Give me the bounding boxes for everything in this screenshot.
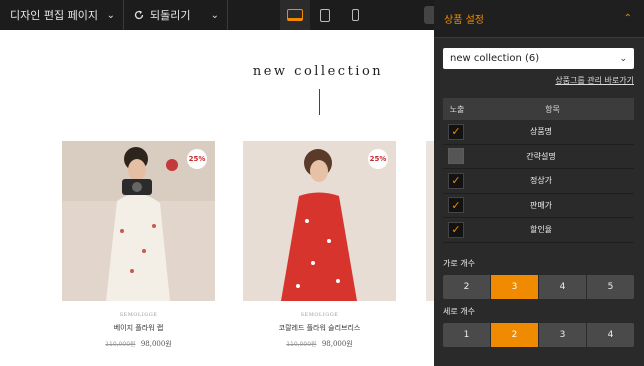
tablet-icon <box>320 8 330 22</box>
visibility-checkbox[interactable]: ✓ <box>448 197 464 214</box>
columns-count-option[interactable]: 4 <box>539 275 587 299</box>
item-label: 정상가 <box>529 176 553 186</box>
table-row: ✓ 할인율 <box>443 218 634 243</box>
chevron-down-icon: ⌄ <box>210 9 219 21</box>
sale-price: 98,000원 <box>140 340 172 348</box>
panel-title: 상품 설정 <box>444 15 484 26</box>
toolbar-extra-button[interactable] <box>424 6 434 24</box>
product-prices: 110,000원 98,000원 <box>243 339 396 349</box>
visibility-checkbox[interactable]: ✓ <box>448 221 464 238</box>
item-label: 판매가 <box>529 200 553 210</box>
table-row: ✓ 판매가 <box>443 194 634 218</box>
original-price: 110,000원 <box>105 341 136 348</box>
checkmark-icon: ✓ <box>451 174 461 188</box>
mobile-icon <box>351 9 359 21</box>
table-header: 노출 항목 <box>443 98 634 120</box>
discount-badge: 25% <box>368 149 388 169</box>
visibility-checkbox[interactable] <box>448 148 464 165</box>
rows-count-option[interactable]: 2 <box>491 323 539 347</box>
undo-icon <box>134 10 144 20</box>
product-card[interactable]: 25% SEMOLIGGE 코랄레드 플라워 슬리브리스 110,000원 98… <box>243 141 396 349</box>
product-settings-panel: 상품 설정 ⌃ new collection (6) ⌄ 상품그룹 관리 바로가… <box>434 0 644 366</box>
product-name[interactable]: 베이지 플라워 랩 <box>62 323 215 333</box>
columns-count-selector: 2345 <box>443 275 634 299</box>
mobile-view-button[interactable] <box>340 0 370 30</box>
columns-count-option[interactable]: 5 <box>587 275 634 299</box>
header-item: 항목 <box>545 104 560 114</box>
manage-group-link[interactable]: 상품그룹 관리 바로가기 <box>555 75 634 86</box>
product-brand: SEMOLIGGE <box>119 312 158 318</box>
discount-badge: 25% <box>187 149 207 169</box>
columns-count-option[interactable]: 3 <box>491 275 539 299</box>
undo-select[interactable]: 되돌리기 ⌄ <box>124 0 228 30</box>
section-title: new collection <box>252 64 384 79</box>
device-switcher <box>280 0 370 30</box>
rows-count-label: 세로 개수 <box>443 307 475 316</box>
page-select-label: 디자인 편집 페이지 <box>10 9 98 22</box>
panel-header[interactable]: 상품 설정 ⌃ <box>434 0 644 38</box>
sale-price: 98,000원 <box>321 340 353 348</box>
original-price: 110,000원 <box>286 341 317 348</box>
visibility-checkbox[interactable]: ✓ <box>448 123 464 140</box>
page-select[interactable]: 디자인 편집 페이지 ⌄ <box>0 0 124 30</box>
visibility-checkbox[interactable]: ✓ <box>448 172 464 189</box>
chevron-down-icon: ⌄ <box>619 53 627 64</box>
rows-count-option[interactable]: 3 <box>539 323 587 347</box>
product-brand: SEMOLIGGE <box>300 312 339 318</box>
undo-label: 되돌리기 <box>150 9 191 22</box>
item-label: 할인율 <box>529 225 553 235</box>
checkmark-icon: ✓ <box>451 223 461 237</box>
header-visible: 노출 <box>449 104 465 114</box>
product-name[interactable]: 코랄레드 플라워 슬리브리스 <box>243 323 396 333</box>
chevron-down-icon: ⌄ <box>106 9 115 21</box>
table-row: ✓ 상품명 <box>443 120 634 145</box>
columns-count-label: 가로 개수 <box>443 259 475 268</box>
collection-select-value: new collection (6) <box>450 53 540 64</box>
display-items-table: 노출 항목 ✓ 상품명간략설명 ✓ 정상가 ✓ 판매가 ✓ 할인율 <box>443 98 634 243</box>
rows-count-option[interactable]: 1 <box>443 323 491 347</box>
undo-group: 되돌리기 <box>134 7 190 23</box>
item-label: 간략설명 <box>526 151 556 161</box>
table-body: ✓ 상품명간략설명 ✓ 정상가 ✓ 판매가 ✓ 할인율 <box>443 120 634 243</box>
checkmark-icon: ✓ <box>451 125 461 139</box>
table-row: ✓ 정상가 <box>443 169 634 194</box>
chevron-up-icon[interactable]: ⌃ <box>624 13 632 24</box>
product-prices: 110,000원 98,000원 <box>62 339 215 349</box>
table-row: 간략설명 <box>443 145 634 169</box>
item-label: 상품명 <box>529 127 553 137</box>
product-card[interactable]: 25% SEMOLIGGE 베이지 플라워 랩 110,000원 98,000원 <box>62 141 215 349</box>
top-toolbar: 디자인 편집 페이지 ⌄ 되돌리기 ⌄ <box>0 0 434 30</box>
rows-count-selector: 1234 <box>443 323 634 347</box>
columns-count-option[interactable]: 2 <box>443 275 491 299</box>
desktop-icon <box>287 9 303 21</box>
product-image[interactable]: 25% <box>62 141 215 301</box>
product-image[interactable]: 25% <box>243 141 396 301</box>
collection-select[interactable]: new collection (6) ⌄ <box>443 48 634 69</box>
title-divider <box>319 89 320 115</box>
next-product-peek <box>426 141 434 301</box>
desktop-view-button[interactable] <box>280 0 310 30</box>
rows-count-option[interactable]: 4 <box>587 323 634 347</box>
checkmark-icon: ✓ <box>451 198 461 212</box>
tablet-view-button[interactable] <box>310 0 340 30</box>
design-canvas: new collection 25% SEMOLIGGE 베이지 플라워 랩 1… <box>0 30 434 366</box>
